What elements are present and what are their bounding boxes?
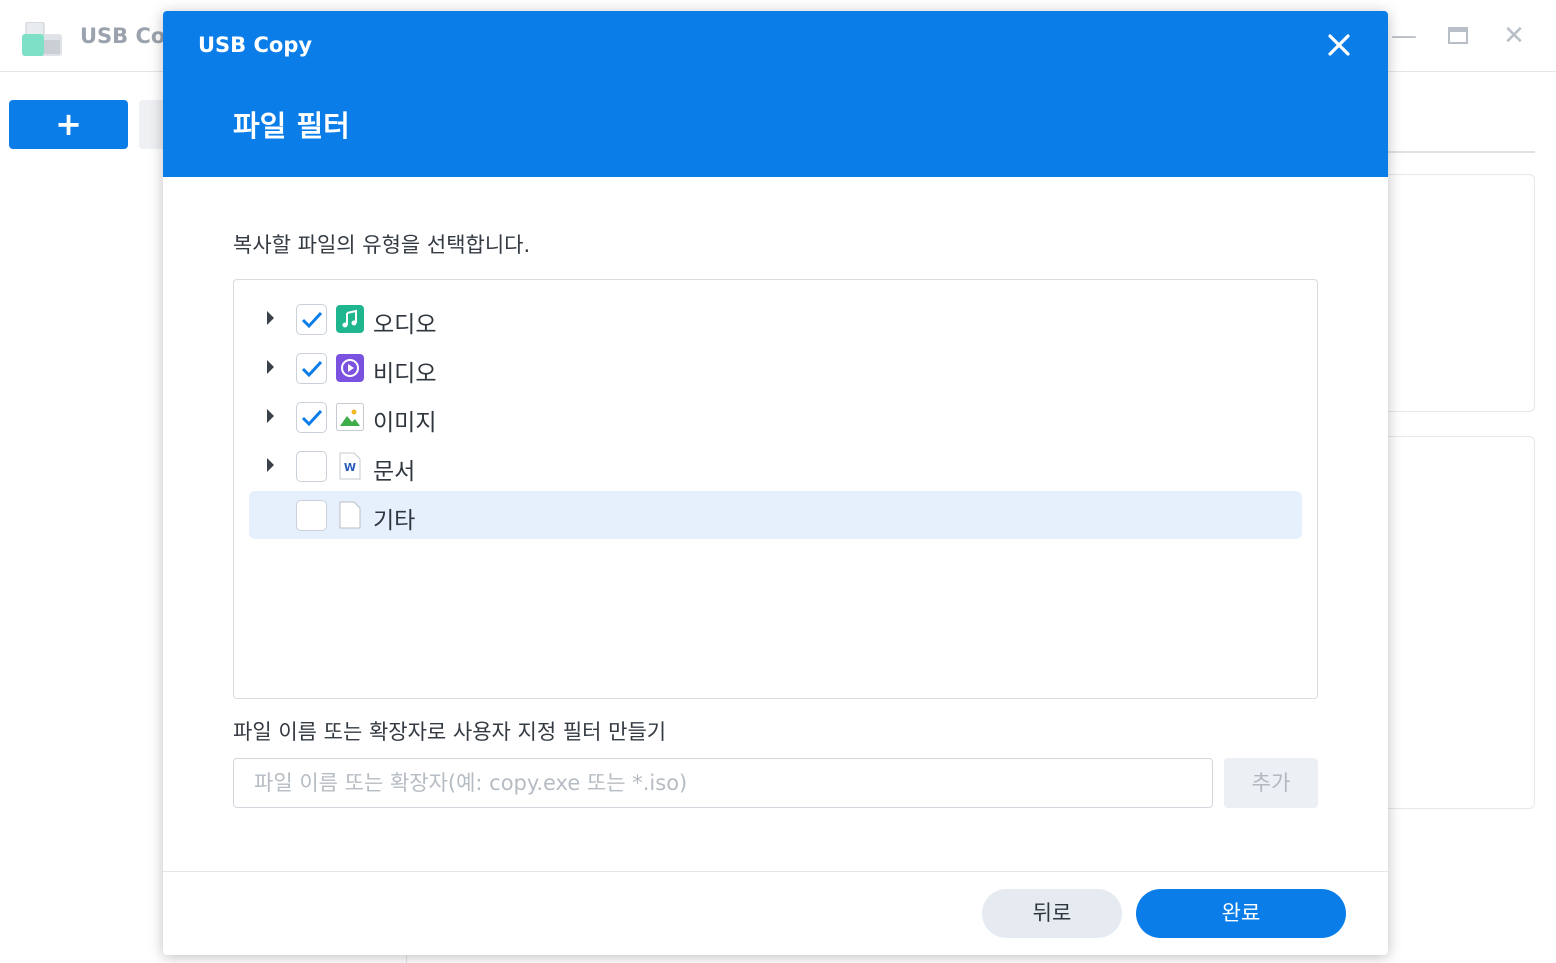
file-icon	[336, 501, 364, 529]
close-icon[interactable]: ✕	[1500, 22, 1528, 50]
svg-text:W: W	[344, 461, 356, 474]
close-icon[interactable]	[1323, 29, 1355, 61]
expand-arrow-icon[interactable]	[267, 360, 274, 374]
usb-copy-app-icon	[22, 21, 62, 56]
background-card	[1388, 436, 1535, 809]
footer-divider	[163, 871, 1388, 872]
tree-row-other[interactable]: 기타	[249, 491, 1302, 539]
expand-arrow-icon[interactable]	[267, 458, 274, 472]
document-icon: W	[336, 452, 364, 480]
checkmark-icon	[301, 311, 323, 329]
background-card	[1388, 174, 1535, 412]
checkbox-image[interactable]	[296, 402, 327, 433]
video-icon	[336, 354, 364, 382]
checkbox-video[interactable]	[296, 353, 327, 384]
tree-row-label: 기타	[373, 508, 416, 534]
image-icon	[336, 403, 364, 431]
done-button[interactable]: 완료	[1136, 889, 1346, 938]
back-button[interactable]: 뒤로	[982, 889, 1122, 938]
tree-row-document[interactable]: W 문서	[249, 442, 1302, 490]
checkmark-icon	[301, 360, 323, 378]
dialog-heading: 파일 필터	[233, 109, 350, 143]
tree-row-label: 오디오	[373, 312, 437, 338]
minimize-icon[interactable]: —	[1390, 22, 1418, 50]
tree-row-label: 이미지	[373, 410, 437, 436]
tree-row-label: 문서	[373, 459, 416, 485]
add-task-button[interactable]: +	[9, 100, 128, 149]
tree-row-label: 비디오	[373, 361, 437, 387]
custom-filter-label: 파일 이름 또는 확장자로 사용자 지정 필터 만들기	[233, 720, 667, 744]
divider	[406, 955, 407, 963]
divider	[1388, 151, 1535, 153]
custom-filter-input[interactable]	[233, 758, 1213, 808]
checkbox-document[interactable]	[296, 451, 327, 482]
tree-row-video[interactable]: 비디오	[249, 344, 1302, 392]
checkbox-other[interactable]	[296, 500, 327, 531]
expand-arrow-icon[interactable]	[267, 311, 274, 325]
add-filter-button[interactable]: 추가	[1224, 758, 1318, 808]
checkbox-audio[interactable]	[296, 304, 327, 335]
description-text: 복사할 파일의 유형을 선택합니다.	[233, 233, 531, 257]
file-filter-dialog: USB Copy 파일 필터 복사할 파일의 유형을 선택합니다. 오디오 비디…	[163, 11, 1388, 955]
app-title: USB Co	[80, 24, 166, 48]
audio-icon	[336, 305, 364, 333]
checkmark-icon	[301, 409, 323, 427]
tree-row-audio[interactable]: 오디오	[249, 295, 1302, 343]
tree-row-image[interactable]: 이미지	[249, 393, 1302, 441]
dialog-app-title: USB Copy	[198, 33, 313, 57]
file-type-tree: 오디오 비디오 이미지 W 문서 기타	[233, 279, 1318, 699]
maximize-icon[interactable]	[1444, 22, 1472, 50]
expand-arrow-icon[interactable]	[267, 409, 274, 423]
dialog-header: USB Copy 파일 필터	[163, 11, 1388, 177]
